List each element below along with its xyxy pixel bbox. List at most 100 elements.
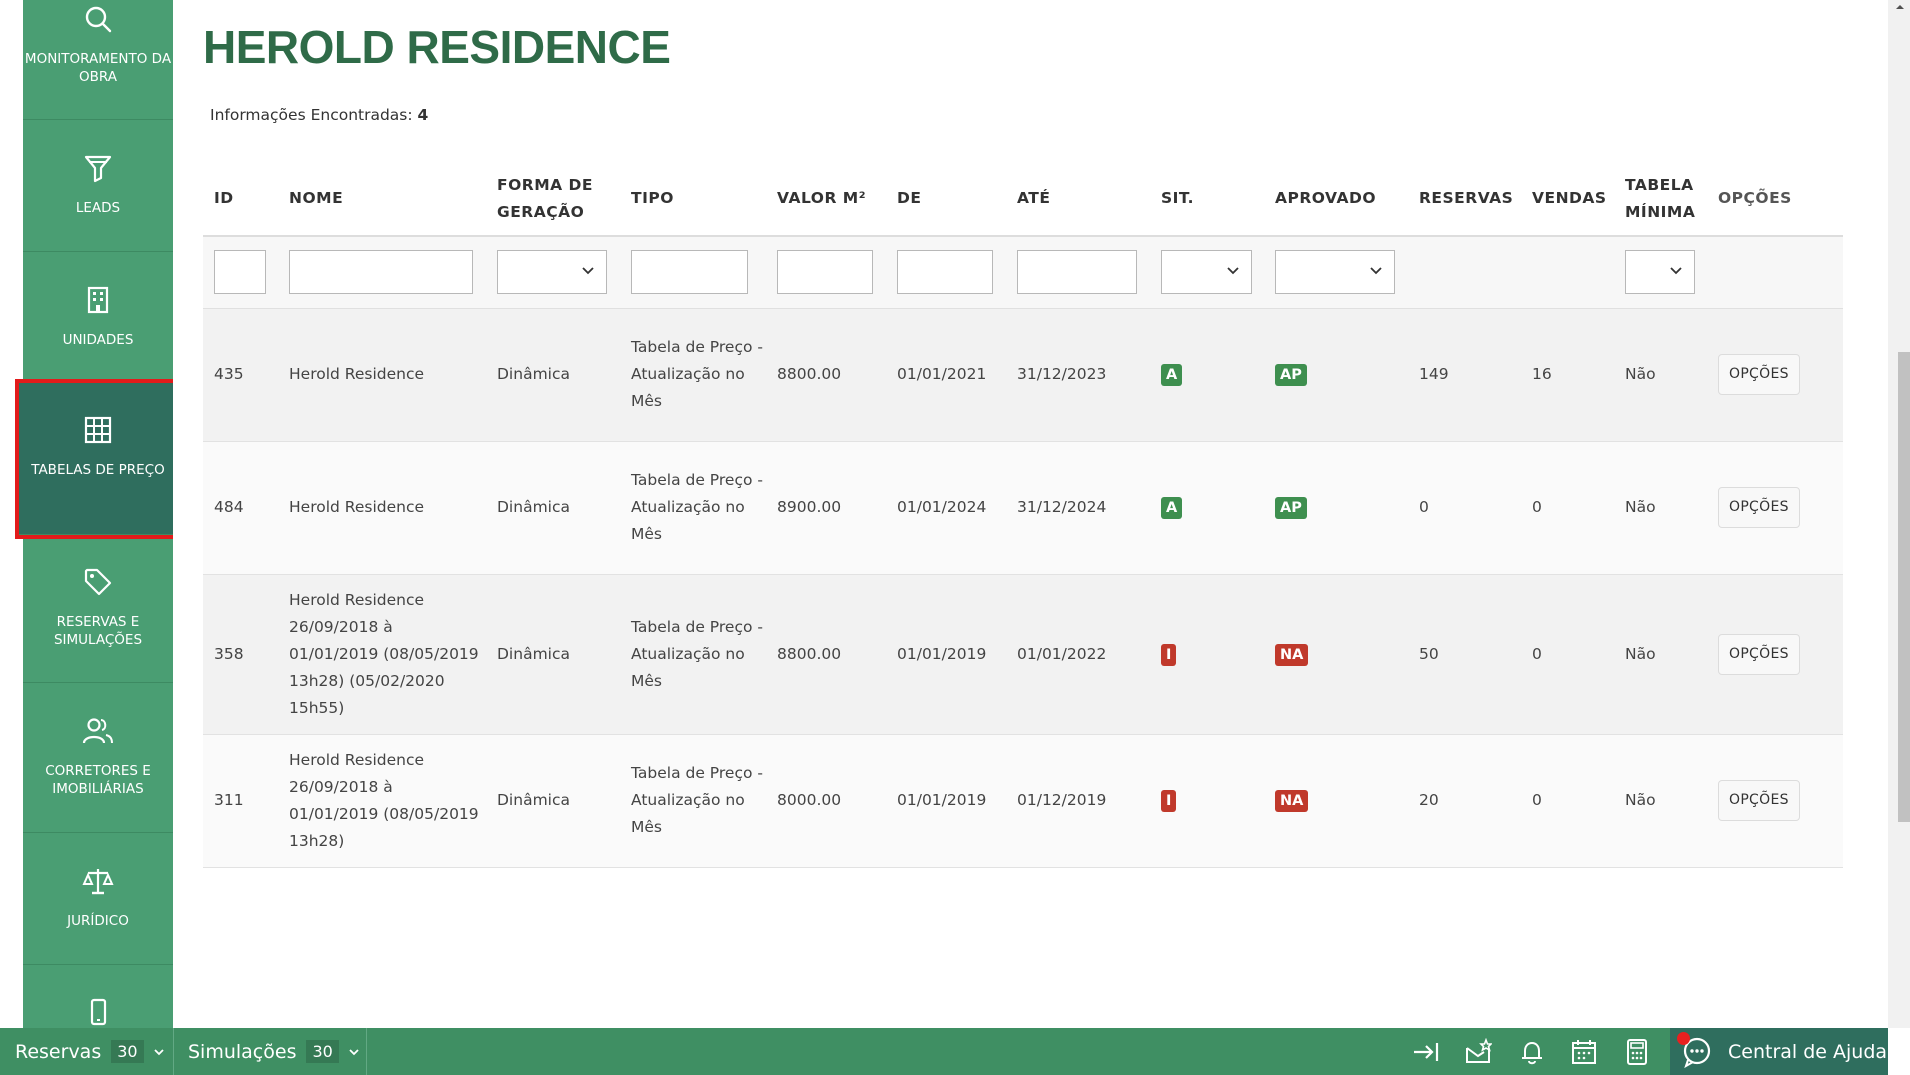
cell-valor: 8000.00 xyxy=(766,734,886,868)
options-button[interactable]: OPÇÕES xyxy=(1718,633,1800,675)
filter-row xyxy=(203,236,1843,309)
cell-opcoes: OPÇÕES xyxy=(1707,734,1843,868)
sidebar-item-leads[interactable]: LEADS xyxy=(23,121,173,252)
options-button[interactable]: OPÇÕES xyxy=(1718,780,1800,821)
reservas-count: 30 xyxy=(111,1040,144,1063)
mail-star-icon[interactable] xyxy=(1464,1038,1492,1066)
options-button[interactable]: OPÇÕES xyxy=(1718,487,1800,528)
col-header-opcoes: OPÇÕES xyxy=(1707,162,1843,237)
col-header-nome[interactable]: NOME xyxy=(278,162,486,237)
filter-id-input[interactable] xyxy=(214,250,266,295)
login-arrow-icon[interactable] xyxy=(1412,1038,1440,1066)
sidebar-item-tabelas-de-preco[interactable]: TABELAS DE PREÇO xyxy=(15,379,181,539)
filter-nome-input[interactable] xyxy=(289,250,473,295)
cell-vendas: 16 xyxy=(1521,308,1614,442)
filter-sit-select[interactable] xyxy=(1161,250,1252,295)
cell-vendas: 0 xyxy=(1521,734,1614,868)
sidebar-item-label: JURÍDICO xyxy=(67,913,129,929)
cell-reservas: 20 xyxy=(1408,734,1521,868)
col-header-ate[interactable]: ATÉ xyxy=(1006,162,1150,237)
reservas-dropdown[interactable]: Reservas 30 xyxy=(15,1028,166,1075)
table-row[interactable]: 311 Herold Residence 26/09/2018 à 01/01/… xyxy=(203,734,1843,868)
status-badge: A xyxy=(1161,364,1183,386)
filter-tipo-input[interactable] xyxy=(631,250,748,295)
users-icon xyxy=(81,714,115,748)
grid-table-icon xyxy=(81,413,115,447)
filter-de-input[interactable] xyxy=(897,250,993,295)
cell-de: 01/01/2021 xyxy=(886,308,1006,442)
cell-nome: Herold Residence 26/09/2018 à 01/01/2019… xyxy=(278,574,486,735)
status-badge: I xyxy=(1161,643,1177,666)
simulacoes-count: 30 xyxy=(306,1040,339,1063)
col-header-reservas[interactable]: RESERVAS xyxy=(1408,162,1521,237)
cell-aprovado: NA xyxy=(1264,574,1408,735)
scrollbar-thumb[interactable] xyxy=(1898,352,1910,822)
col-header-de[interactable]: DE xyxy=(886,162,1006,237)
cell-aprovado: AP xyxy=(1264,308,1408,442)
scales-icon xyxy=(81,864,115,898)
approval-badge: NA xyxy=(1275,643,1309,666)
simulacoes-label: Simulações xyxy=(188,1040,297,1063)
sidebar-item-mobile[interactable] xyxy=(23,966,173,1028)
col-header-aprovado[interactable]: APROVADO xyxy=(1264,162,1408,237)
cell-opcoes: OPÇÕES xyxy=(1707,441,1843,575)
chevron-down-icon xyxy=(349,1048,359,1055)
col-header-vendas[interactable]: VENDAS xyxy=(1521,162,1614,237)
filter-valor-input[interactable] xyxy=(777,250,873,295)
cell-sit: A xyxy=(1150,441,1264,575)
filter-icon xyxy=(81,151,115,185)
filter-aprovado-select[interactable] xyxy=(1275,250,1395,295)
col-header-tipo[interactable]: TIPO xyxy=(620,162,766,237)
bell-icon[interactable] xyxy=(1518,1038,1546,1066)
table-row[interactable]: 358 Herold Residence 26/09/2018 à 01/01/… xyxy=(203,574,1843,735)
sidebar-item-corretores[interactable]: CORRETORES E IMOBILIÁRIAS xyxy=(23,684,173,833)
cell-valor: 8800.00 xyxy=(766,574,886,735)
filter-tabela-minima-select[interactable] xyxy=(1625,250,1695,295)
sidebar-item-juridico[interactable]: JURÍDICO xyxy=(23,834,173,965)
cell-tipo: Tabela de Preço - Atualização no Mês xyxy=(620,734,766,868)
divider xyxy=(366,1028,367,1075)
cell-reservas: 149 xyxy=(1408,308,1521,442)
sidebar-item-unidades[interactable]: UNIDADES xyxy=(23,253,173,384)
search-icon xyxy=(81,2,115,36)
col-header-id[interactable]: ID xyxy=(203,162,278,237)
filter-forma-select[interactable] xyxy=(497,250,607,295)
sidebar-item-reservas-simulacoes[interactable]: RESERVAS E SIMULAÇÕES xyxy=(23,535,173,683)
col-header-forma-geracao[interactable]: FORMA DE GERAÇÃO xyxy=(486,162,620,237)
col-header-sit[interactable]: SIT. xyxy=(1150,162,1264,237)
sidebar-item-label: UNIDADES xyxy=(62,332,134,348)
cell-sit: I xyxy=(1150,574,1264,735)
cell-de: 01/01/2024 xyxy=(886,441,1006,575)
cell-ate: 01/01/2022 xyxy=(1006,574,1150,735)
cell-tipo: Tabela de Preço - Atualização no Mês xyxy=(620,308,766,442)
cell-ate: 01/12/2019 xyxy=(1006,734,1150,868)
table-row[interactable]: 435 Herold Residence Dinâmica Tabela de … xyxy=(203,308,1843,442)
divider xyxy=(173,1028,174,1075)
options-button[interactable]: OPÇÕES xyxy=(1718,354,1800,395)
sidebar-item-label: LEADS xyxy=(75,200,121,216)
info-count-value: 4 xyxy=(417,106,429,124)
sidebar-item-monitoramento[interactable]: MONITORAMENTO DA OBRA xyxy=(23,0,173,120)
sidebar-item-label: TABELAS DE PREÇO xyxy=(31,462,165,478)
cell-sit: A xyxy=(1150,308,1264,442)
sidebar-item-label: CORRETORES E IMOBILIÁRIAS xyxy=(45,763,151,797)
cell-vendas: 0 xyxy=(1521,441,1614,575)
calculator-icon[interactable] xyxy=(1623,1038,1651,1066)
cell-reservas: 50 xyxy=(1408,574,1521,735)
cell-forma: Dinâmica xyxy=(486,308,620,442)
cell-vendas: 0 xyxy=(1521,574,1614,735)
col-header-tabela-minima[interactable]: TABELA MÍNIMA xyxy=(1614,162,1707,237)
col-header-valor-m2[interactable]: VALOR M² xyxy=(766,162,886,237)
notification-dot xyxy=(1677,1032,1690,1045)
cell-aprovado: AP xyxy=(1264,441,1408,575)
scroll-up-arrow-icon[interactable] xyxy=(1893,0,1907,14)
table-row[interactable]: 484 Herold Residence Dinâmica Tabela de … xyxy=(203,441,1843,575)
cell-id: 311 xyxy=(203,734,278,868)
filter-ate-input[interactable] xyxy=(1017,250,1137,295)
cell-valor: 8800.00 xyxy=(766,308,886,442)
calendar-icon[interactable] xyxy=(1570,1038,1598,1066)
sidebar-item-label: RESERVAS E SIMULAÇÕES xyxy=(53,614,143,648)
simulacoes-dropdown[interactable]: Simulações 30 xyxy=(188,1028,361,1075)
help-center-button[interactable]: Central de Ajuda xyxy=(1670,1028,1888,1075)
table-header-row: ID NOME FORMA DE GERAÇÃO TIPO VALOR M² D… xyxy=(203,162,1843,237)
